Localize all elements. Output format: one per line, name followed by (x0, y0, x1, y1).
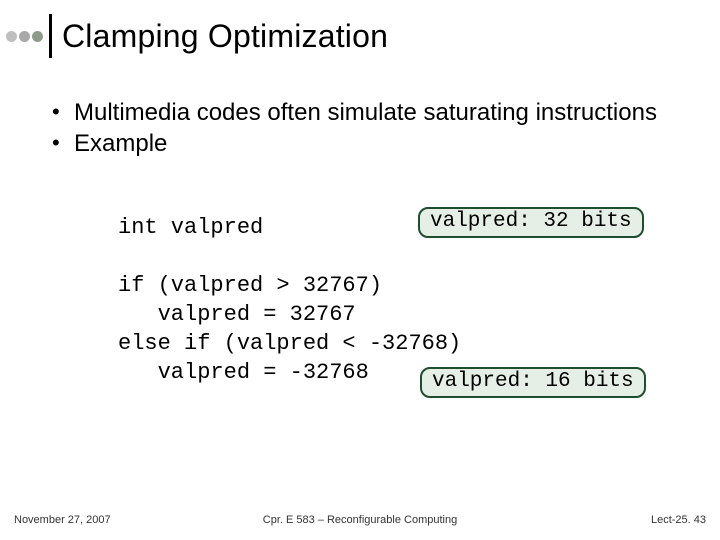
code-line: valpred = -32768 (118, 360, 369, 385)
footer-lecture-number: Lect-25. 43 (651, 514, 706, 526)
code-line: valpred = 32767 (118, 302, 356, 327)
slide: Clamping Optimization Multimedia codes o… (0, 0, 720, 540)
annotation-badge-32bits: valpred: 32 bits (418, 207, 644, 238)
vertical-divider (49, 14, 52, 58)
slide-body: Multimedia codes often simulate saturati… (48, 98, 696, 159)
title-row: Clamping Optimization (6, 14, 388, 58)
code-line: if (valpred > 32767) (118, 273, 382, 298)
code-line: else if (valpred < -32768) (118, 331, 461, 356)
code-line: int valpred (118, 215, 263, 240)
decorative-dots (6, 31, 43, 42)
dot-icon (6, 31, 17, 42)
slide-title: Clamping Optimization (62, 18, 388, 55)
dot-icon (19, 31, 30, 42)
bullet-item: Example (48, 129, 696, 160)
annotation-badge-16bits: valpred: 16 bits (420, 367, 646, 398)
bullet-item: Multimedia codes often simulate saturati… (48, 98, 696, 129)
code-block: int valpred if (valpred > 32767) valpred… (118, 213, 461, 387)
dot-icon (32, 31, 43, 42)
footer-course: Cpr. E 583 – Reconfigurable Computing (0, 514, 720, 526)
